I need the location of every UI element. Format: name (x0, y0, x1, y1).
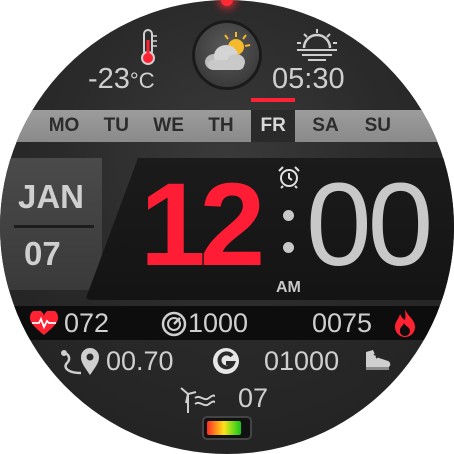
weather-icon[interactable] (192, 20, 262, 90)
weekday-we: WE (153, 115, 184, 136)
colon-bottom (283, 242, 294, 253)
battery-indicator[interactable] (204, 418, 250, 438)
thermometer-icon (138, 28, 158, 66)
distance-value[interactable]: 00.70 (106, 346, 174, 376)
route-location-icon (59, 345, 103, 377)
wind-turbine-icon (178, 384, 216, 414)
colon-top (283, 210, 294, 221)
temperature[interactable]: -23°C (88, 64, 155, 96)
minute-display: 00 (306, 159, 433, 291)
weekday-mo: MO (48, 115, 80, 136)
watch-face: -23°C 05:30 MO TU WE TH FR SA SU JAN 07 … (0, 0, 454, 454)
weekday-tu: TU (103, 115, 129, 136)
status-led (221, 0, 233, 6)
date-divider (14, 225, 94, 228)
heart-rate-value[interactable]: 072 (64, 308, 109, 338)
sunset-time[interactable]: 05:30 (272, 64, 345, 94)
sunset-icon (294, 28, 340, 62)
calories-value[interactable]: 0075 (312, 308, 372, 338)
temperature-unit: °C (129, 68, 155, 93)
month-label[interactable]: JAN (18, 178, 84, 216)
day-of-month[interactable]: 07 (24, 235, 61, 273)
weekday-th: TH (208, 115, 234, 136)
battery-fill (207, 421, 241, 435)
hour-display: 12 (140, 159, 265, 291)
weekday-su: SU (364, 115, 391, 136)
temperature-value: -23 (88, 63, 130, 95)
weekday-list: MO TU WE TH FR SA SU (0, 98, 454, 142)
weekday-sa: SA (312, 115, 339, 136)
brand-logo-icon (212, 347, 240, 375)
flame-icon (393, 308, 417, 338)
shoe-icon (362, 348, 392, 372)
steps-goal-value[interactable]: 1000 (188, 308, 248, 338)
alarm-icon[interactable] (277, 165, 301, 189)
wind-value[interactable]: 07 (238, 383, 268, 413)
heart-rate-icon (29, 309, 59, 337)
weekday-fr: FR (251, 98, 296, 142)
gauge-icon (161, 311, 187, 337)
ampm-label: AM (276, 279, 301, 296)
steps-value[interactable]: 01000 (264, 346, 339, 376)
